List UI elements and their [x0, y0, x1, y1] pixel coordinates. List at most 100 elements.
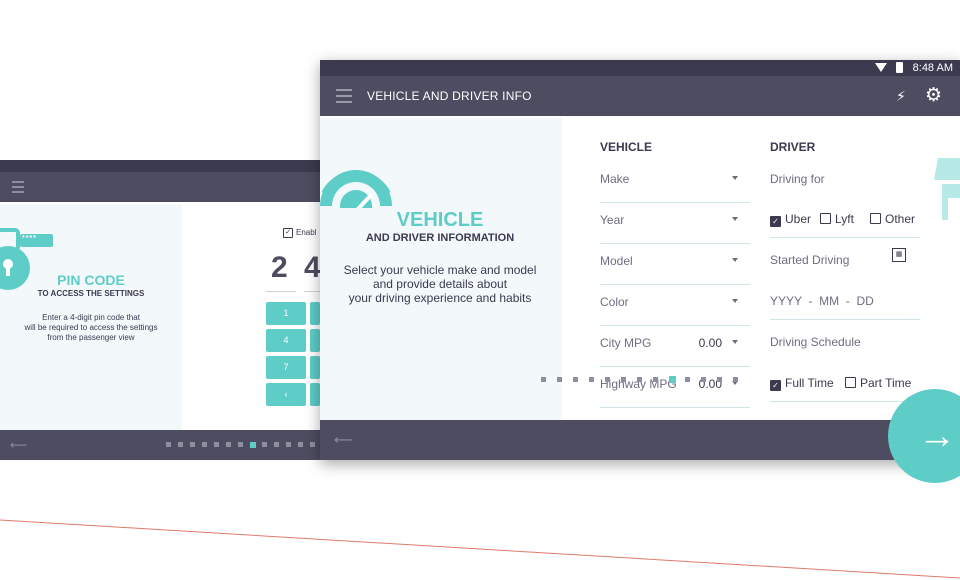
start-date-input[interactable]: YYYY - MM - DD — [770, 294, 874, 308]
menu-icon[interactable] — [336, 89, 352, 103]
pagination-dot — [214, 442, 219, 447]
storefront-icon — [934, 158, 960, 220]
pagination-dot — [669, 376, 676, 383]
pagination-dot — [557, 377, 562, 382]
keypad-key-1[interactable]: 1 — [266, 302, 306, 325]
driver-heading: DRIVER — [770, 140, 816, 154]
wifi-icon — [875, 63, 887, 72]
field-label: Year — [600, 213, 625, 227]
pin-digit-underline — [304, 291, 320, 292]
part-time-checkbox[interactable]: Part Time — [845, 376, 911, 390]
field-label: City MPG — [600, 336, 652, 350]
make-dropdown[interactable]: Make — [600, 170, 750, 203]
pagination-dot — [589, 377, 594, 382]
keypad-key[interactable] — [310, 329, 320, 352]
divider — [770, 401, 920, 402]
vehicle-heading: VEHICLE — [600, 140, 653, 154]
pagination-dot — [733, 377, 738, 382]
pagination-dot — [573, 377, 578, 382]
pagination-dot — [653, 377, 658, 382]
lock-badge: **** — [22, 235, 37, 242]
pagination-dot — [178, 442, 183, 447]
back-bottom-bar — [0, 430, 330, 460]
dropdown-arrow-icon — [732, 299, 738, 303]
pagination-dot — [286, 442, 291, 447]
other-checkbox[interactable]: Other — [870, 212, 915, 226]
pin-digit-1: 2 — [271, 251, 288, 284]
year-dropdown[interactable]: Year — [600, 211, 750, 244]
intro-description: Select your vehicle make and model and p… — [343, 263, 537, 305]
keypad-key[interactable] — [310, 356, 320, 379]
keypad-key-7[interactable]: 7 — [266, 356, 306, 379]
pagination-dot — [298, 442, 303, 447]
checkbox-empty-icon — [845, 377, 856, 388]
pin-code-title: PIN CODE — [57, 272, 125, 288]
field-label: Color — [600, 295, 629, 309]
status-bar-back — [0, 160, 330, 172]
back-arrow-icon[interactable]: ⟵ — [10, 438, 27, 452]
pin-code-description: Enter a 4-digit pin code that will be re… — [24, 313, 158, 342]
vehicle-driver-screen: 8:48 AM VEHICLE AND DRIVER INFO ⚡ ⚙ VEHI… — [320, 60, 960, 460]
back-arrow-icon[interactable]: ⟵ — [334, 432, 353, 448]
color-dropdown[interactable]: Color — [600, 293, 750, 326]
keypad-key[interactable] — [310, 302, 320, 325]
keypad-key-4[interactable]: 4 — [266, 329, 306, 352]
app-bar: VEHICLE AND DRIVER INFO ⚡ ⚙ — [320, 76, 960, 116]
dropdown-arrow-icon — [732, 340, 738, 344]
pagination-dot — [541, 377, 546, 382]
pin-digit-underline — [266, 291, 296, 292]
pagination-dot — [238, 442, 243, 447]
pin-digit-2: 4 — [304, 251, 321, 284]
keypad-key-backspace[interactable]: ‹ — [266, 383, 306, 406]
pagination-dot — [274, 442, 279, 447]
lyft-checkbox[interactable]: Lyft — [820, 212, 854, 226]
keypad-key[interactable] — [310, 383, 320, 406]
full-time-checkbox[interactable]: ✓ Full Time — [770, 376, 834, 391]
battery-icon — [896, 62, 903, 73]
intro-subtitle: AND DRIVER INFORMATION — [365, 232, 515, 244]
checkbox-checked-icon: ✓ — [770, 216, 781, 227]
menu-icon[interactable] — [12, 181, 24, 193]
divider — [770, 319, 920, 320]
back-screen-title: ADD SECURITY CODE — [35, 20, 131, 30]
back-app-bar — [0, 172, 330, 202]
dropdown-arrow-icon — [732, 258, 738, 262]
status-time: 8:48 AM — [912, 62, 953, 74]
settings-sync-icon[interactable]: ⚡ — [896, 88, 906, 105]
field-value: 0.00 — [698, 336, 722, 350]
pagination-dot — [202, 442, 207, 447]
pagination-dot — [701, 377, 706, 382]
driving-schedule-label: Driving Schedule — [770, 335, 861, 349]
pagination-dot — [621, 377, 626, 382]
divider — [770, 237, 920, 238]
city-mpg-dropdown[interactable]: City MPG 0.00 — [600, 334, 750, 367]
pagination-dot — [262, 442, 267, 447]
bottom-bar: ⟵ — [320, 420, 960, 460]
pagination-dot — [717, 377, 722, 382]
calendar-icon[interactable]: ▦ — [892, 248, 906, 262]
pagination-dot — [685, 377, 690, 382]
pagination-dot — [166, 442, 171, 447]
uber-checkbox[interactable]: ✓ Uber — [770, 212, 811, 227]
checkbox-empty-icon — [820, 213, 831, 224]
pagination-dot — [226, 442, 231, 447]
model-dropdown[interactable]: Model — [600, 252, 750, 285]
field-label: Model — [600, 254, 633, 268]
dropdown-arrow-icon — [732, 217, 738, 221]
intro-title: VEHICLE — [396, 209, 484, 231]
pagination-dot — [310, 442, 315, 447]
checkbox-checked-icon: ✓ — [770, 380, 781, 391]
arrow-right-icon: → — [918, 415, 956, 457]
pagination-dot — [637, 377, 642, 382]
status-bar: 8:48 AM — [320, 60, 960, 76]
driving-for-label: Driving for — [770, 172, 825, 186]
speedometer-icon — [320, 170, 392, 208]
field-label: Make — [600, 172, 630, 186]
enable-checkbox[interactable]: ✓ Enabl — [283, 228, 316, 238]
gear-icon[interactable]: ⚙ — [925, 86, 942, 105]
pagination-dot — [250, 442, 256, 448]
pin-code-subtitle: TO ACCESS THE SETTINGS — [37, 289, 145, 298]
page-title: VEHICLE AND DRIVER INFO — [367, 89, 532, 103]
started-driving-label: Started Driving — [770, 253, 850, 267]
checkbox-empty-icon — [870, 213, 881, 224]
